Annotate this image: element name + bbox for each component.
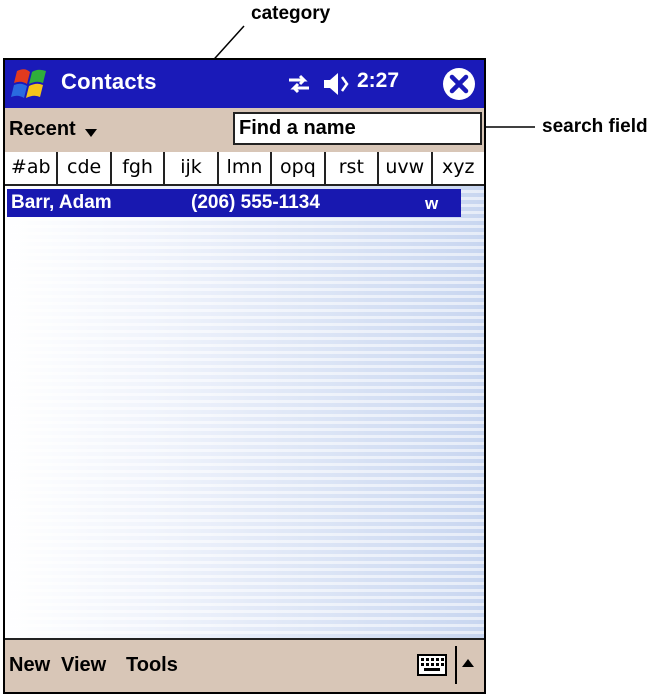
menu-tools[interactable]: Tools bbox=[126, 654, 178, 677]
letter-tabs: #ab cde fgh ijk lmn opq rst uvw xyz bbox=[5, 152, 484, 186]
menu-view[interactable]: View bbox=[61, 654, 106, 677]
contact-phone-type: w bbox=[425, 194, 439, 213]
tab-uvw[interactable]: uvw bbox=[379, 152, 433, 184]
title-bar: Contacts 2:27 bbox=[5, 60, 484, 108]
keyboard-icon[interactable] bbox=[417, 654, 447, 676]
clock[interactable]: 2:27 bbox=[357, 69, 399, 93]
contact-list[interactable]: Barr, Adam (206) 555-1134 w bbox=[5, 186, 484, 642]
tab-ab[interactable]: #ab bbox=[5, 152, 59, 184]
tab-cde[interactable]: cde bbox=[58, 152, 112, 184]
tab-xyz[interactable]: xyz bbox=[433, 152, 484, 184]
tab-lmn[interactable]: lmn bbox=[219, 152, 273, 184]
contact-name: Barr, Adam bbox=[11, 192, 112, 213]
search-field-callout: search field bbox=[542, 116, 648, 137]
menu-bar: New View Tools bbox=[5, 638, 484, 692]
tab-fgh[interactable]: fgh bbox=[112, 152, 166, 184]
search-input[interactable]: Find a name bbox=[233, 112, 482, 145]
app-title: Contacts bbox=[61, 69, 157, 94]
arrow-up-icon[interactable] bbox=[460, 656, 476, 670]
speaker-icon[interactable] bbox=[322, 71, 352, 97]
filter-bar: Recent Find a name bbox=[5, 108, 484, 153]
device-screen: Contacts 2:27 Recent Find a name #ab cde… bbox=[3, 58, 486, 694]
start-icon[interactable] bbox=[9, 63, 53, 105]
tab-opq[interactable]: opq bbox=[272, 152, 326, 184]
tab-ijk[interactable]: ijk bbox=[165, 152, 219, 184]
close-icon[interactable] bbox=[441, 66, 477, 102]
tab-rst[interactable]: rst bbox=[326, 152, 380, 184]
connectivity-icon[interactable] bbox=[286, 73, 312, 95]
menu-divider bbox=[455, 646, 457, 684]
chevron-down-icon bbox=[84, 128, 97, 137]
category-dropdown[interactable]: Recent bbox=[9, 118, 98, 141]
list-item[interactable]: Barr, Adam (206) 555-1134 w bbox=[7, 189, 461, 217]
category-callout: category bbox=[251, 3, 331, 24]
contact-phone: (206) 555-1134 bbox=[191, 192, 320, 213]
menu-new[interactable]: New bbox=[9, 654, 50, 677]
category-label: Recent bbox=[9, 118, 76, 140]
